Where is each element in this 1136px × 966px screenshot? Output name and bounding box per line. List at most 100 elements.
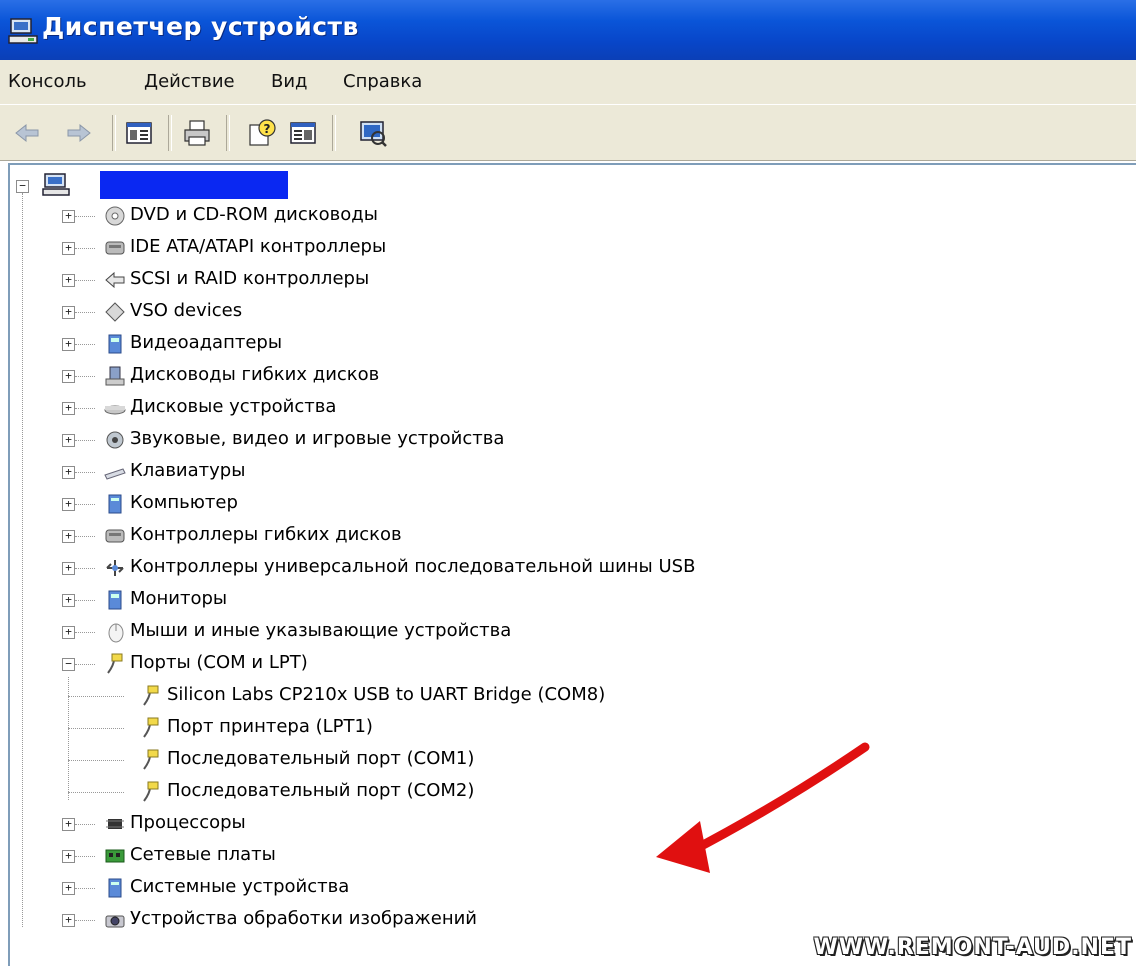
tree-connector: [68, 677, 69, 800]
tree-connector: [75, 536, 95, 537]
tree-connector: [75, 344, 95, 345]
view-icon[interactable]: [288, 118, 318, 148]
cdrom-icon: [105, 206, 125, 226]
tree-connector: [75, 312, 95, 313]
tree-connector: [75, 824, 95, 825]
tree-item-label[interactable]: Дисководы гибких дисков: [130, 364, 379, 386]
keyboard-icon: [104, 468, 126, 480]
tree-item-label[interactable]: Дисковые устройства: [130, 396, 336, 418]
expand-button[interactable]: +: [62, 466, 75, 479]
tree-connector: [68, 728, 124, 729]
port-icon: [143, 749, 159, 770]
expand-button[interactable]: +: [62, 338, 75, 351]
scan-hardware-icon[interactable]: [358, 118, 388, 148]
scsi-icon: [105, 271, 125, 289]
tree-item-label[interactable]: SCSI и RAID контроллеры: [130, 268, 369, 290]
menu-console[interactable]: Консоль: [8, 71, 87, 92]
tree-item-label[interactable]: VSO devices: [130, 300, 242, 322]
tree-connector: [75, 568, 95, 569]
expand-button[interactable]: +: [62, 818, 75, 831]
expand-button[interactable]: +: [62, 882, 75, 895]
tree-connector: [75, 856, 95, 857]
floppy-controller-icon: [105, 529, 125, 543]
tree-connector: [75, 504, 95, 505]
tree-item-label[interactable]: Порты (COM и LPT): [130, 652, 308, 674]
port-device-label[interactable]: Последовательный порт (COM2): [167, 780, 474, 802]
tree-item-label[interactable]: Компьютер: [130, 492, 238, 514]
tree-connector: [75, 376, 95, 377]
usb-icon: [106, 560, 124, 576]
port-device-label[interactable]: Последовательный порт (COM1): [167, 748, 474, 770]
tree-connector: [75, 216, 95, 217]
tree-item-label[interactable]: DVD и CD-ROM дисководы: [130, 204, 378, 226]
tree-connector: [75, 248, 95, 249]
menu-help[interactable]: Справка: [343, 71, 422, 92]
computer-icon: [42, 173, 70, 196]
floppy-drive-icon: [105, 366, 125, 386]
back-icon[interactable]: [12, 118, 42, 148]
tree-item-label[interactable]: Контроллеры универсальной последовательн…: [130, 556, 695, 578]
tree-item-label[interactable]: Устройства обработки изображений: [130, 908, 477, 930]
computer-name[interactable]: [100, 171, 288, 199]
system-devices-icon: [108, 878, 122, 898]
port-device-label[interactable]: Порт принтера (LPT1): [167, 716, 373, 738]
vso-device-icon: [105, 302, 125, 322]
disk-drive-icon: [104, 405, 126, 415]
tree-connector: [75, 600, 95, 601]
imaging-device-icon: [105, 915, 125, 928]
tree-item-label[interactable]: Звуковые, видео и игровые устройства: [130, 428, 504, 450]
collapse-root-button[interactable]: −: [16, 180, 29, 193]
expand-button[interactable]: +: [62, 562, 75, 575]
expand-button[interactable]: +: [62, 850, 75, 863]
expand-button[interactable]: +: [62, 626, 75, 639]
expand-button[interactable]: +: [62, 402, 75, 415]
tree-item-label[interactable]: Видеоадаптеры: [130, 332, 282, 354]
expand-button[interactable]: +: [62, 306, 75, 319]
properties-icon[interactable]: [124, 118, 154, 148]
toolbar-separator: [168, 115, 172, 151]
collapse-button[interactable]: −: [62, 658, 75, 671]
forward-icon[interactable]: [64, 118, 94, 148]
toolbar-separator: [332, 115, 336, 151]
expand-button[interactable]: +: [62, 594, 75, 607]
tree-item-label[interactable]: Процессоры: [130, 812, 246, 834]
tree-connector: [68, 760, 124, 761]
menu-bar: Консоль Действие Вид Справка: [0, 60, 1136, 104]
tree-connector: [22, 193, 23, 927]
tree-connector: [75, 280, 95, 281]
tree-connector: [75, 408, 95, 409]
annotation-arrow: [656, 742, 870, 873]
watermark: WWW.REMONT-AUD.NET: [813, 935, 1132, 960]
computer-icon: [108, 494, 122, 514]
tree-item-label[interactable]: Клавиатуры: [130, 460, 245, 482]
tree-item-label[interactable]: Контроллеры гибких дисков: [130, 524, 402, 546]
expand-button[interactable]: +: [62, 210, 75, 223]
tree-connector: [68, 696, 124, 697]
tree-connector: [75, 472, 95, 473]
title-bar[interactable]: Диспетчер устройств: [0, 0, 1136, 60]
tree-connector: [75, 632, 95, 633]
expand-button[interactable]: +: [62, 530, 75, 543]
tree-item-label[interactable]: Системные устройства: [130, 876, 349, 898]
tree-item-label[interactable]: IDE ATA/ATAPI контроллеры: [130, 236, 386, 258]
tree-connector: [75, 440, 95, 441]
expand-button[interactable]: +: [62, 498, 75, 511]
processor-icon: [106, 819, 124, 829]
expand-button[interactable]: +: [62, 274, 75, 287]
tree-item-label[interactable]: Сетевые платы: [130, 844, 276, 866]
print-icon[interactable]: [182, 118, 212, 148]
port-device-label[interactable]: Silicon Labs CP210x USB to UART Bridge (…: [167, 684, 605, 706]
device-tree[interactable]: − + DVD и CD-ROM дисководы + IDE ATA/ATAPI …: [8, 163, 1136, 966]
menu-action[interactable]: Действие: [144, 71, 235, 92]
expand-button[interactable]: +: [62, 434, 75, 447]
expand-button[interactable]: +: [62, 242, 75, 255]
mouse-icon: [108, 623, 124, 643]
menu-view[interactable]: Вид: [271, 71, 308, 92]
help-icon[interactable]: ?: [247, 118, 277, 148]
tree-item-label[interactable]: Мониторы: [130, 588, 227, 610]
expand-button[interactable]: +: [62, 914, 75, 927]
window-title: Диспетчер устройств: [42, 12, 359, 41]
expand-button[interactable]: +: [62, 370, 75, 383]
toolbar-separator: [226, 115, 230, 151]
tree-item-label[interactable]: Мыши и иные указывающие устройства: [130, 620, 511, 642]
